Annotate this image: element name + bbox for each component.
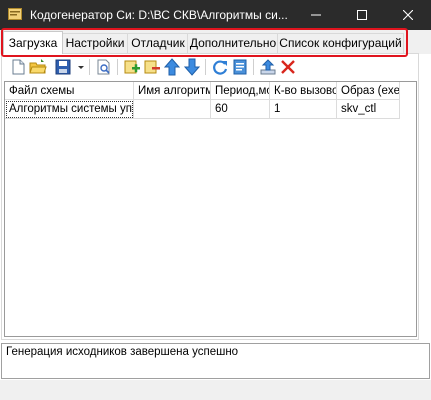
save-button[interactable] bbox=[54, 58, 72, 76]
window-title: Кодогенератор Си: D:\ВС СКВ\Алгоритмы си… bbox=[30, 8, 288, 22]
refresh-button[interactable] bbox=[211, 58, 229, 76]
minimize-icon bbox=[311, 14, 321, 16]
save-icon bbox=[55, 59, 71, 75]
save-dropdown-button[interactable] bbox=[72, 58, 84, 76]
toolbar-separator bbox=[205, 59, 206, 75]
app-icon bbox=[8, 8, 22, 20]
arrow-down-icon bbox=[183, 58, 201, 76]
tab-settings[interactable]: Настройки bbox=[61, 33, 129, 53]
tab-load[interactable]: Загрузка bbox=[3, 31, 63, 54]
remove-row-button[interactable] bbox=[143, 58, 161, 76]
maximize-button[interactable] bbox=[339, 0, 385, 30]
column-header-period[interactable]: Период,мс bbox=[211, 82, 270, 100]
move-down-button[interactable] bbox=[183, 58, 201, 76]
column-header-algorithm-name[interactable]: Имя алгоритма bbox=[134, 82, 211, 100]
toolbar bbox=[2, 56, 418, 78]
document-button[interactable] bbox=[231, 58, 249, 76]
schemes-table[interactable]: Файл схемы Имя алгоритма Период,мс К-во … bbox=[4, 81, 417, 337]
tab-config-list[interactable]: Список конфигураций bbox=[277, 33, 404, 53]
delete-icon bbox=[281, 60, 295, 74]
tab-debugger[interactable]: Отладчик bbox=[127, 33, 189, 53]
open-button[interactable] bbox=[29, 58, 47, 76]
log-output[interactable]: Генерация исходников завершена успешно bbox=[1, 343, 430, 379]
toolbar-separator bbox=[253, 59, 254, 75]
chevron-down-icon bbox=[78, 66, 84, 69]
search-button[interactable] bbox=[95, 58, 113, 76]
minimize-button[interactable] bbox=[293, 0, 339, 30]
maximize-icon bbox=[357, 10, 367, 20]
table-cell-image-exe[interactable]: skv_ctl bbox=[337, 100, 400, 119]
new-file-icon bbox=[12, 59, 25, 75]
new-file-button[interactable] bbox=[9, 58, 27, 76]
move-up-button[interactable] bbox=[163, 58, 181, 76]
column-header-call-count[interactable]: К-во вызовов bbox=[270, 82, 337, 100]
remove-row-icon bbox=[144, 60, 160, 74]
delete-button[interactable] bbox=[279, 58, 297, 76]
toolbar-separator bbox=[89, 59, 90, 75]
table-cell-algorithm-name[interactable] bbox=[134, 100, 211, 119]
add-row-icon bbox=[124, 60, 140, 74]
status-bar bbox=[0, 380, 431, 400]
arrow-up-icon bbox=[163, 58, 181, 76]
table-cell-call-count[interactable]: 1 bbox=[270, 100, 337, 119]
column-header-image-exe[interactable]: Образ (exe) bbox=[337, 82, 400, 100]
add-row-button[interactable] bbox=[123, 58, 141, 76]
open-folder-icon bbox=[29, 59, 47, 74]
table-cell-period[interactable]: 60 bbox=[211, 100, 270, 119]
close-icon bbox=[403, 10, 413, 20]
log-message: Генерация исходников завершена успешно bbox=[6, 346, 239, 358]
toolbar-separator bbox=[117, 59, 118, 75]
close-button[interactable] bbox=[385, 0, 431, 30]
table-cell-scheme-file[interactable]: Алгоритмы системы уп bbox=[5, 100, 134, 119]
column-header-scheme-file[interactable]: Файл схемы bbox=[5, 82, 134, 100]
export-icon bbox=[260, 59, 276, 75]
document-icon bbox=[233, 59, 247, 75]
export-button[interactable] bbox=[259, 58, 277, 76]
title-bar: Кодогенератор Си: D:\ВС СКВ\Алгоритмы си… bbox=[0, 0, 431, 30]
refresh-icon bbox=[213, 60, 228, 75]
search-icon bbox=[97, 59, 110, 75]
tab-additional[interactable]: Дополнительно bbox=[187, 33, 279, 53]
